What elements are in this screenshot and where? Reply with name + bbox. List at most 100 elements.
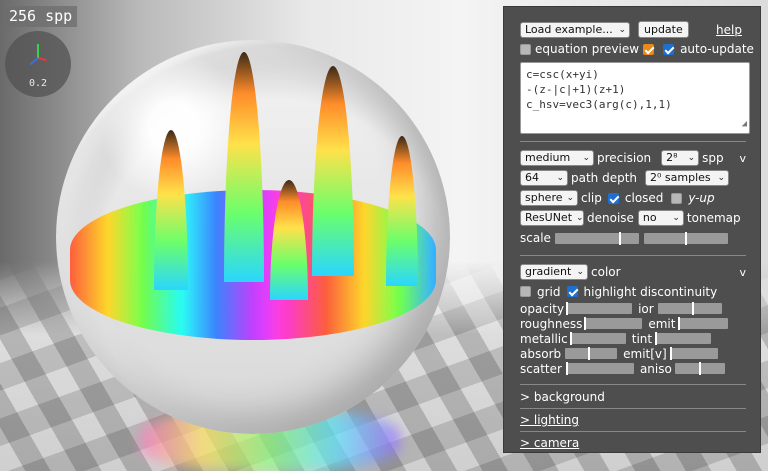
axis-value: 0.2	[28, 78, 48, 89]
grid-checkbox[interactable]	[520, 286, 531, 297]
emit-v-slider[interactable]	[669, 347, 718, 360]
chevron-down-icon: ⌄	[717, 173, 726, 183]
roughness-slider[interactable]	[584, 317, 643, 330]
chevron-down-icon: ⌄	[576, 267, 584, 277]
load-example-select[interactable]: Load example... ⌄	[520, 21, 630, 38]
auto-update-label: auto-update	[680, 42, 754, 56]
chevron-down-icon: ⌄	[687, 153, 696, 163]
y-axis-line	[37, 44, 39, 58]
slider-thumb[interactable]	[569, 332, 572, 345]
z-axis-line	[29, 57, 39, 66]
grid-label: grid	[537, 284, 561, 299]
emit-v-label: emit[v]	[623, 346, 667, 361]
color-label: color	[591, 265, 621, 279]
tint-slider[interactable]	[655, 332, 712, 345]
denoise-select[interactable]: ResUNet ⌄	[520, 210, 584, 226]
equation-line: -(z-|c|+1)(z+1)	[526, 83, 626, 96]
equation-preview-checkbox[interactable]	[643, 43, 655, 55]
surface-spike	[312, 66, 354, 276]
divider	[520, 141, 746, 142]
highlight-discontinuity-label: highlight discontinuity	[583, 284, 718, 299]
xyz-axes-icon[interactable]: 0.2	[5, 31, 71, 97]
tint-label: tint	[631, 331, 653, 346]
quality-select[interactable]: medium ⌄	[520, 150, 594, 166]
slider-thumb[interactable]	[618, 231, 621, 245]
equation-preview-toggle-icon[interactable]	[520, 43, 531, 55]
scale-slider[interactable]	[554, 231, 639, 245]
lighting-section-toggle[interactable]: > lighting	[520, 409, 746, 431]
closed-label: closed	[624, 191, 664, 205]
emit-slider[interactable]	[678, 317, 729, 330]
lighting-section-link[interactable]: > lighting	[520, 413, 579, 427]
tonemap-label: tonemap	[686, 211, 741, 225]
help-link[interactable]: help	[716, 23, 742, 37]
camera-section-link[interactable]: > camera	[520, 436, 579, 450]
aniso-label: aniso	[639, 361, 672, 376]
divider	[520, 255, 746, 256]
path-depth-select[interactable]: 64 ⌄	[520, 170, 568, 186]
equation-line: c=csc(x+yi)	[526, 68, 599, 81]
collapse-material-toggle[interactable]: v	[739, 266, 746, 279]
y-up-checkbox[interactable]	[671, 192, 683, 204]
path-depth-label: path depth	[571, 171, 638, 185]
slider-thumb[interactable]	[655, 332, 658, 345]
slider-thumb[interactable]	[678, 317, 681, 330]
glass-sphere-render	[56, 40, 450, 434]
x-axis-line	[37, 57, 47, 62]
collapse-render-toggle[interactable]: v	[739, 152, 746, 165]
chevron-down-icon: ⌄	[618, 24, 626, 35]
ior-label: ior	[638, 301, 654, 316]
samples-select[interactable]: 2⁰ samples ⌄	[645, 170, 730, 186]
scale-label: scale	[520, 231, 551, 245]
opacity-label: opacity	[520, 301, 565, 316]
chevron-down-icon: ⌄	[672, 213, 680, 223]
surface-spike	[386, 136, 418, 286]
slider-thumb[interactable]	[584, 317, 587, 330]
color-select[interactable]: gradient ⌄	[520, 264, 588, 280]
spp-counter: 256 spp	[4, 6, 78, 27]
divider	[520, 384, 746, 385]
resize-grip-icon[interactable]: ◢	[742, 117, 747, 132]
equation-preview-label: equation preview	[535, 42, 640, 56]
slider-thumb[interactable]	[691, 302, 694, 315]
auto-update-checkbox[interactable]	[663, 43, 675, 55]
slider-thumb[interactable]	[669, 347, 672, 360]
slider-thumb[interactable]	[566, 302, 569, 315]
metallic-label: metallic	[520, 331, 568, 346]
absorb-label: absorb	[520, 346, 562, 361]
scatter-label: scatter	[520, 361, 562, 376]
roughness-label: roughness	[520, 316, 583, 331]
emit-label: emit	[648, 316, 676, 331]
spp-select[interactable]: 2⁸ ⌄	[661, 150, 700, 166]
highlight-discontinuity-checkbox[interactable]	[566, 286, 578, 297]
y-up-label: y-up	[688, 191, 715, 205]
spp-label: spp	[702, 151, 724, 165]
slider-thumb[interactable]	[698, 362, 701, 375]
equation-textarea[interactable]: c=csc(x+yi) -(z-|c|+1)(z+1) c_hsv=vec3(a…	[520, 62, 750, 134]
precision-label: precision	[597, 151, 652, 165]
equation-line: c_hsv=vec3(arg(c),1,1)	[526, 98, 672, 111]
camera-section-toggle[interactable]: > camera	[520, 432, 746, 454]
slider-thumb[interactable]	[565, 362, 568, 375]
clip-select[interactable]: sphere ⌄	[520, 190, 578, 206]
chevron-down-icon: ⌄	[566, 193, 575, 203]
ior-slider[interactable]	[657, 302, 722, 315]
slider-thumb[interactable]	[587, 347, 590, 360]
scatter-slider[interactable]	[565, 362, 634, 375]
opacity-slider[interactable]	[566, 302, 633, 315]
tonemap-select[interactable]: no ⌄	[637, 210, 684, 226]
denoise-label: denoise	[587, 211, 634, 225]
clip-label: clip	[581, 191, 602, 205]
chevron-down-icon: ⌄	[582, 153, 590, 163]
scale-slider-2[interactable]	[643, 231, 728, 245]
chevron-down-icon: ⌄	[576, 213, 584, 223]
surface-spike	[154, 130, 188, 290]
slider-thumb[interactable]	[684, 231, 687, 245]
metallic-slider[interactable]	[569, 332, 626, 345]
surface-spike	[224, 52, 264, 282]
update-button[interactable]: update	[638, 21, 689, 38]
closed-checkbox[interactable]	[607, 192, 619, 204]
aniso-slider[interactable]	[674, 362, 725, 375]
background-section-toggle[interactable]: > background	[520, 386, 746, 408]
absorb-slider[interactable]	[565, 347, 618, 360]
